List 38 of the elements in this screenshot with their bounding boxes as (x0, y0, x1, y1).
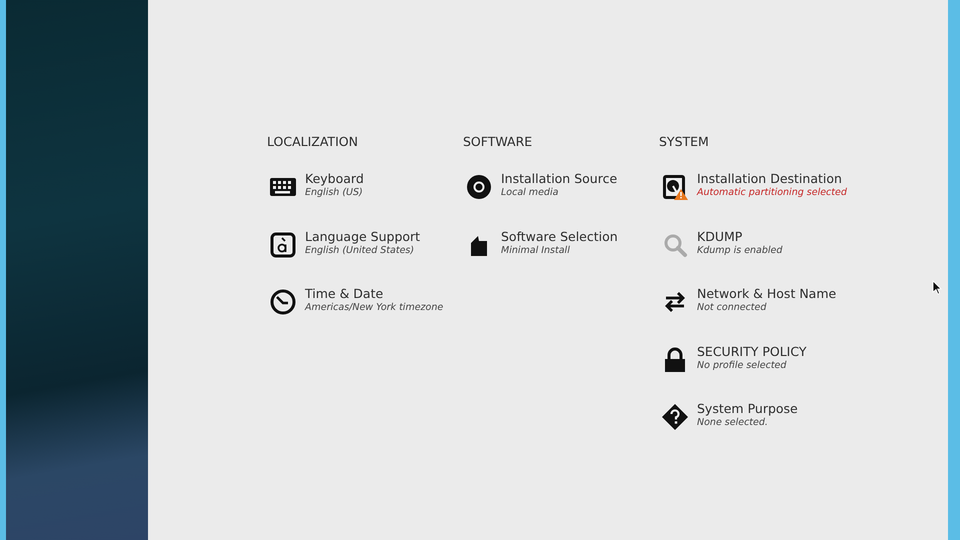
question-icon (661, 403, 689, 431)
spoke-title: Keyboard (305, 171, 364, 187)
spoke-item[interactable]: Time & Date Americas/New York timezone (267, 283, 453, 319)
spoke-title: Software Selection (501, 228, 618, 244)
language-icon (269, 230, 297, 258)
spoke-item[interactable]: Keyboard English (US) (267, 168, 453, 204)
spoke-title: Network & Host Name (697, 286, 836, 302)
category-heading: SOFTWARE (463, 134, 534, 150)
spoke-title: System Purpose (697, 401, 798, 417)
disc-icon (465, 173, 493, 201)
clock-icon (269, 288, 297, 316)
spoke-item[interactable]: Software Selection Minimal Install (463, 226, 649, 262)
spoke-item[interactable]: Installation Source Local media (463, 168, 649, 204)
spoke-item[interactable]: Language Support English (United States) (267, 226, 453, 262)
spoke-title: Language Support (305, 228, 420, 244)
spoke-item[interactable]: SECURITY POLICY No profile selected (659, 340, 845, 376)
spoke-item[interactable]: KDUMP Kdump is enabled (659, 226, 845, 262)
spoke-status: Automatic partitioning selected (697, 187, 847, 199)
spoke-title: KDUMP (697, 228, 744, 244)
spoke-item[interactable]: Installation Destination Automatic partitioning selected (659, 168, 845, 204)
spoke-status: English (United States) (305, 244, 416, 256)
spoke-status: None selected. (697, 417, 769, 429)
spoke-status: English (US) (305, 187, 364, 199)
category-heading: LOCALIZATION (267, 134, 359, 150)
spoke-status: Not connected (697, 302, 768, 314)
spoke-item[interactable]: System Purpose None selected. (659, 398, 845, 434)
spoke-status: Kdump is enabled (697, 244, 782, 256)
spoke-title: Time & Date (305, 286, 384, 302)
spoke-status: Americas/New York timezone (305, 302, 444, 314)
spoke-title: Installation Source (501, 171, 618, 187)
spoke-title: SECURITY POLICY (697, 344, 806, 360)
spoke-status: Minimal Install (501, 244, 571, 256)
category-heading: SYSTEM (659, 134, 710, 150)
spoke-status: No profile selected (697, 360, 788, 372)
spoke-status: Local media (501, 187, 560, 199)
spoke-item[interactable]: Network & Host Name Not connected (659, 283, 845, 319)
spoke-title: Installation Destination (697, 171, 843, 187)
mouse-pointer-icon (932, 280, 942, 295)
